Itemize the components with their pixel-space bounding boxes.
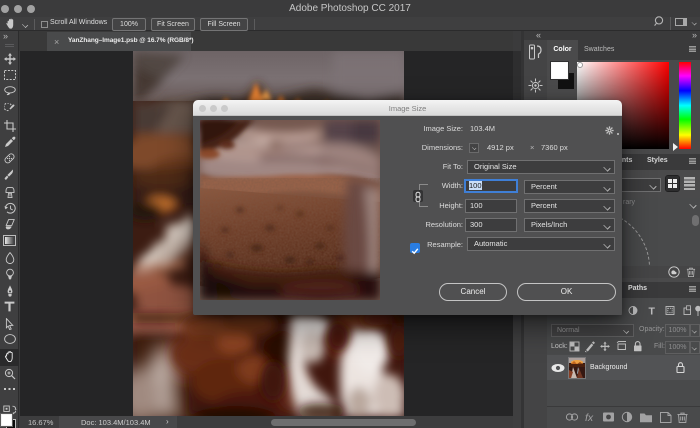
svg-text:fx: fx: [585, 412, 594, 424]
svg-text:T: T: [649, 306, 656, 318]
